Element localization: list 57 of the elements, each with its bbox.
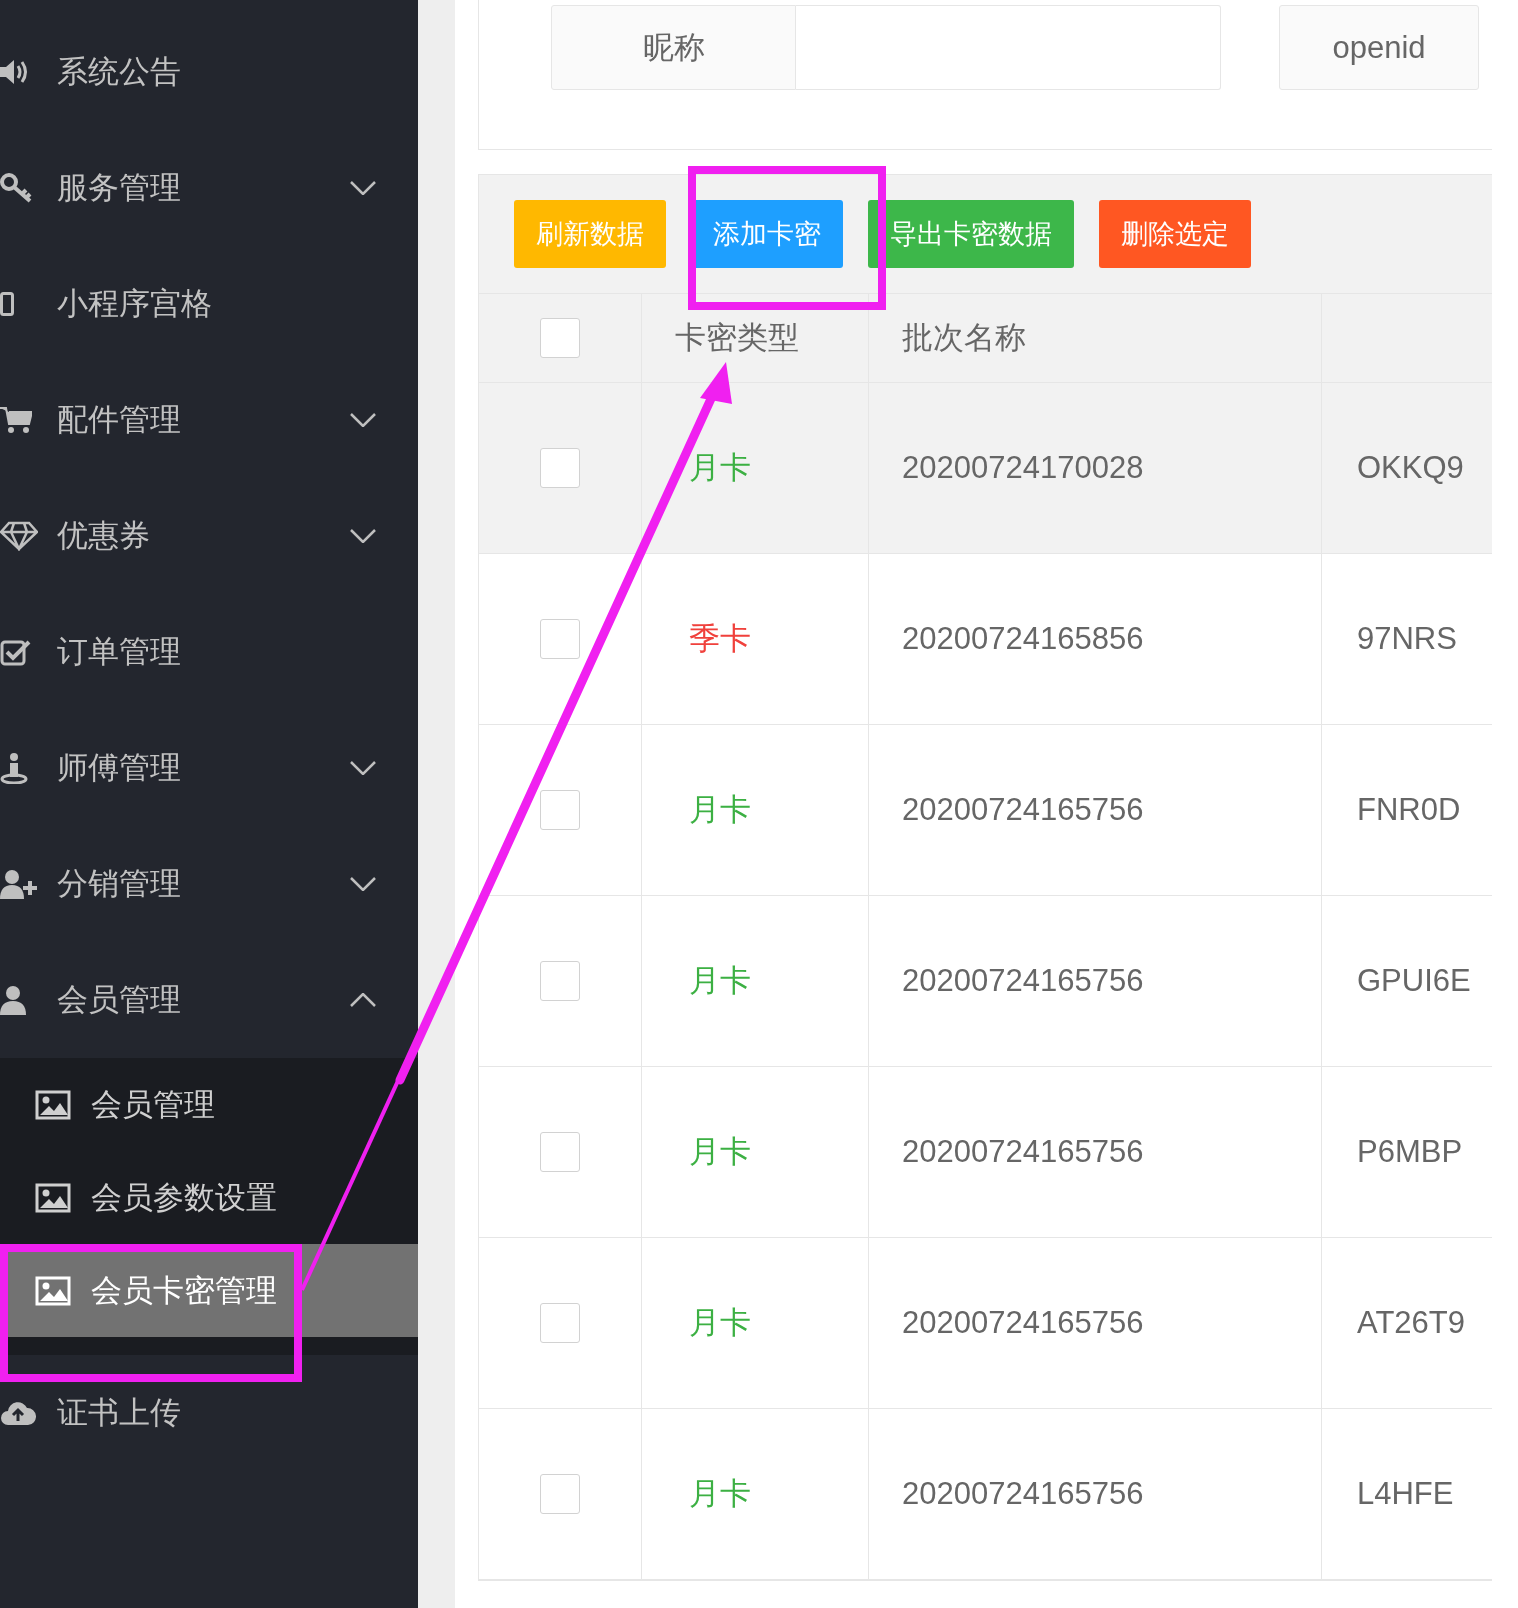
checkbox-icon bbox=[0, 638, 32, 666]
checkbox[interactable] bbox=[540, 1474, 580, 1514]
table-cell-text: 季卡 bbox=[689, 620, 751, 658]
table-cell: 20200724165756 bbox=[902, 963, 1144, 999]
image-icon bbox=[35, 1275, 71, 1306]
table-cell: 20200724170028 bbox=[902, 450, 1144, 486]
table-cell-text: 月卡 bbox=[689, 791, 751, 829]
checkbox[interactable] bbox=[540, 1132, 580, 1172]
sidebar-item[interactable]: 分销管理 bbox=[0, 826, 418, 942]
column-header: 卡密类型 bbox=[675, 319, 799, 357]
table-cell: 20200724165856 bbox=[902, 621, 1144, 657]
sidebar-item[interactable]: 师傅管理 bbox=[0, 710, 418, 826]
checkbox[interactable] bbox=[540, 318, 580, 358]
sidebar-item[interactable]: 系统公告 bbox=[0, 14, 418, 130]
table-cell-text: 月卡 bbox=[689, 1475, 751, 1513]
sidebar-item[interactable]: 服务管理 bbox=[0, 130, 418, 246]
checkbox[interactable] bbox=[540, 619, 580, 659]
sidebar-item[interactable]: 会员管理 bbox=[0, 942, 418, 1058]
sidebar-item[interactable]: 优惠券 bbox=[0, 478, 418, 594]
sidebar-item[interactable]: 配件管理 bbox=[0, 362, 418, 478]
table-cell-text: 月卡 bbox=[689, 449, 751, 487]
submenu-item[interactable]: 会员参数设置 bbox=[0, 1151, 418, 1244]
cart-icon bbox=[0, 406, 32, 434]
table-cell-text: 月卡 bbox=[689, 962, 751, 1000]
person-icon bbox=[0, 752, 28, 784]
table-cell: 20200724165756 bbox=[902, 792, 1144, 828]
table-cell: OKKQ9 bbox=[1357, 450, 1464, 486]
field-label: openid bbox=[1279, 5, 1479, 90]
table-cell: GPUI6E bbox=[1357, 963, 1471, 999]
table-cell: P6MBP bbox=[1357, 1134, 1463, 1170]
checkbox[interactable] bbox=[540, 448, 580, 488]
table-cell: L4HFE bbox=[1357, 1476, 1454, 1512]
table-cell: 20200724165756 bbox=[902, 1476, 1144, 1512]
image-icon bbox=[35, 1182, 71, 1213]
submenu-item[interactable]: 会员管理 bbox=[0, 1058, 418, 1151]
table-cell: AT26T9 bbox=[1357, 1305, 1465, 1341]
checkbox[interactable] bbox=[540, 790, 580, 830]
diamond-icon bbox=[0, 521, 38, 551]
checkbox[interactable] bbox=[540, 1303, 580, 1343]
table-cell-text: 月卡 bbox=[689, 1304, 751, 1342]
table-cell: 20200724165756 bbox=[902, 1134, 1144, 1170]
phone-icon bbox=[0, 292, 14, 316]
field-label: 昵称 bbox=[551, 5, 796, 90]
table-cell: 97NRS bbox=[1357, 621, 1457, 657]
user-icon bbox=[0, 985, 26, 1015]
image-icon bbox=[35, 1089, 71, 1120]
key-icon bbox=[0, 173, 34, 203]
table-cell: FNR0D bbox=[1357, 792, 1461, 828]
table-cell-text: 月卡 bbox=[689, 1133, 751, 1171]
column-header: 批次名称 bbox=[902, 319, 1026, 357]
table-cell: 20200724165756 bbox=[902, 1305, 1144, 1341]
sidebar-item[interactable]: 订单管理 bbox=[0, 594, 418, 710]
add-user-icon bbox=[0, 869, 38, 899]
sidebar-item[interactable]: 小程序宫格 bbox=[0, 246, 418, 362]
input-field[interactable] bbox=[796, 5, 1221, 90]
checkbox[interactable] bbox=[540, 961, 580, 1001]
sidebar-item[interactable]: 证书上传 bbox=[0, 1355, 418, 1471]
